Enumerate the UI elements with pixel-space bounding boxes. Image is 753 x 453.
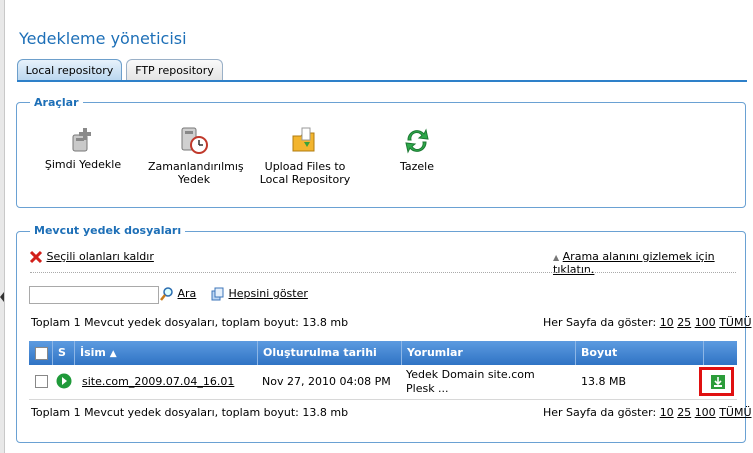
select-all-checkbox[interactable] (35, 347, 48, 360)
show-all-label: Hepsini göster (228, 287, 308, 300)
summary-bottom: Toplam 1 Mevcut yedek dosyaları, toplam … (31, 406, 349, 419)
refresh-label: Tazele (399, 160, 434, 173)
tab-ftp-repository[interactable]: FTP repository (126, 59, 223, 81)
upload-files-label: Upload Files to Local Repository (259, 160, 351, 186)
tools-panel (16, 102, 746, 208)
header-name-label: İsim (80, 346, 106, 359)
row-checkbox[interactable] (35, 375, 48, 388)
per-page-25[interactable]: 25 (677, 316, 691, 329)
remove-selected-label: Seçili olanları kaldır (46, 250, 154, 263)
header-s[interactable]: S (53, 341, 75, 365)
triangle-up-icon: ▲ (553, 253, 560, 262)
upload-folder-icon (292, 127, 315, 152)
per-page-all[interactable]: TÜMÜ (719, 316, 751, 329)
row-file-name[interactable]: site.com_2009.07.04_16.01 (82, 375, 234, 388)
collapse-arrow-icon[interactable] (0, 292, 4, 302)
scheduled-backup-label: Zamanlandırılmış Yedek (148, 160, 244, 186)
per-page-100[interactable]: 100 (695, 316, 716, 329)
remove-selected-button[interactable]: Seçili olanları kaldır (29, 250, 154, 264)
refresh-button[interactable]: Tazele (389, 126, 445, 173)
per-page-bottom: Her Sayfa da göster: 10 25 100 TÜMÜ (543, 406, 752, 419)
per-page-top: Her Sayfa da göster: 10 25 100 TÜMÜ (543, 316, 752, 329)
tab-underline (17, 80, 747, 82)
tab-local-repository[interactable]: Local repository (17, 59, 122, 81)
header-select-all-cell (29, 341, 53, 365)
files-legend: Mevcut yedek dosyaları (30, 224, 186, 237)
scheduled-backup-icon (181, 127, 208, 154)
refresh-icon (405, 128, 429, 154)
magnifier-icon (160, 287, 173, 301)
row-comment-line2: Plesk ... (406, 382, 449, 395)
row-created: Nov 27, 2010 04:08 PM (262, 375, 391, 388)
table-row: site.com_2009.07.04_16.01 Nov 27, 2010 0… (29, 365, 737, 400)
header-size[interactable]: Boyut (576, 341, 704, 365)
upload-files-button[interactable]: Upload Files to Local Repository (250, 126, 360, 186)
header-created[interactable]: Oluşturulma tarihi (258, 341, 402, 365)
per-page-all-bottom[interactable]: TÜMÜ (719, 406, 751, 419)
search-button[interactable]: Ara (160, 287, 196, 301)
backup-now-label: Şimdi Yedekle (44, 158, 122, 171)
per-page-25-bottom[interactable]: 25 (677, 406, 691, 419)
table-header: S İsim ▲ Oluşturulma tarihi Yorumlar Boy… (29, 341, 737, 365)
tools-legend: Araçlar (30, 96, 83, 109)
header-name[interactable]: İsim ▲ (75, 341, 258, 365)
search-button-label: Ara (177, 287, 197, 300)
show-all-icon (211, 287, 224, 301)
backup-now-button[interactable]: Şimdi Yedekle (44, 126, 122, 171)
row-size: 13.8 MB (581, 375, 627, 388)
sort-asc-icon: ▲ (109, 349, 117, 359)
search-input[interactable] (29, 286, 159, 304)
page-title: Yedekleme yöneticisi (19, 29, 187, 48)
show-all-button[interactable]: Hepsini göster (211, 287, 308, 301)
download-highlight (699, 367, 734, 396)
per-page-10-bottom[interactable]: 10 (660, 406, 674, 419)
status-ok-icon (56, 373, 72, 389)
per-page-100-bottom[interactable]: 100 (695, 406, 716, 419)
per-page-label-bottom: Her Sayfa da göster: (543, 406, 657, 419)
header-actions (704, 341, 737, 365)
left-frame-strip (0, 0, 5, 453)
per-page-10[interactable]: 10 (660, 316, 674, 329)
scheduled-backup-button[interactable]: Zamanlandırılmış Yedek (148, 126, 244, 186)
summary-top: Toplam 1 Mevcut yedek dosyaları, toplam … (31, 316, 349, 329)
row-comment-line1: Yedek Domain site.com (406, 368, 535, 381)
search-divider (30, 272, 736, 273)
per-page-label: Her Sayfa da göster: (543, 316, 657, 329)
backup-plus-icon (72, 128, 91, 152)
header-comments[interactable]: Yorumlar (402, 341, 576, 365)
red-x-icon (29, 250, 43, 264)
